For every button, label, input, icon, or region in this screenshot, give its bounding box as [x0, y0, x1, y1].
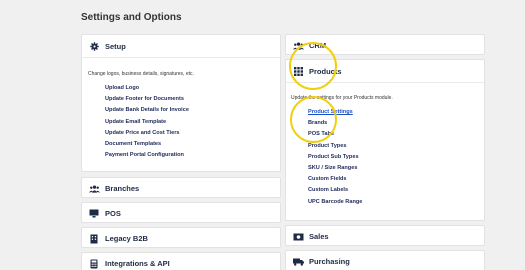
setup-description: Change logos, business details, signatur… — [88, 71, 194, 77]
highlight-circle-product-settings — [290, 96, 337, 143]
truck-icon — [292, 257, 304, 267]
update-price-tiers-link[interactable]: Update Price and Cost Tiers — [105, 128, 189, 139]
branches-panel[interactable]: Branches — [81, 177, 281, 198]
highlight-circle-products — [289, 42, 337, 90]
pos-title: POS — [105, 209, 121, 218]
setup-panel: Setup Change logos, business details, si… — [81, 34, 281, 172]
document-templates-link[interactable]: Document Templates — [105, 139, 189, 150]
integrations-title: Integrations & API — [105, 259, 170, 268]
monitor-icon — [88, 209, 100, 219]
integrations-panel[interactable]: Integrations & API — [81, 252, 281, 270]
branches-title: Branches — [105, 184, 140, 193]
purchasing-panel[interactable]: Purchasing — [285, 250, 485, 270]
pos-panel[interactable]: POS — [81, 202, 281, 223]
upload-logo-link[interactable]: Upload Logo — [105, 83, 189, 94]
setup-title: Setup — [105, 41, 126, 51]
product-sub-types-link[interactable]: Product Sub Types — [308, 152, 362, 163]
users-icon — [88, 184, 100, 194]
update-footer-link[interactable]: Update Footer for Documents — [105, 94, 189, 105]
sales-panel[interactable]: Sales — [285, 225, 485, 246]
legacy-b2b-panel[interactable]: Legacy B2B — [81, 227, 281, 248]
legacy-b2b-title: Legacy B2B — [105, 234, 148, 243]
payment-portal-link[interactable]: Payment Portal Configuration — [105, 150, 189, 161]
calculator-icon — [88, 259, 100, 269]
custom-labels-link[interactable]: Custom Labels — [308, 185, 362, 196]
setup-header[interactable]: Setup — [82, 35, 280, 58]
custom-fields-link[interactable]: Custom Fields — [308, 174, 362, 185]
sku-size-ranges-link[interactable]: SKU / Size Ranges — [308, 163, 362, 174]
building-icon — [88, 234, 100, 244]
money-icon — [292, 232, 304, 242]
upc-barcode-range-link[interactable]: UPC Barcode Range — [308, 197, 362, 208]
purchasing-title: Purchasing — [309, 257, 350, 266]
update-bank-details-link[interactable]: Update Bank Details for Invoice — [105, 105, 189, 116]
page-title: Settings and Options — [81, 12, 182, 23]
gear-icon — [88, 41, 100, 51]
update-email-template-link[interactable]: Update Email Template — [105, 117, 189, 128]
sales-title: Sales — [309, 232, 329, 241]
